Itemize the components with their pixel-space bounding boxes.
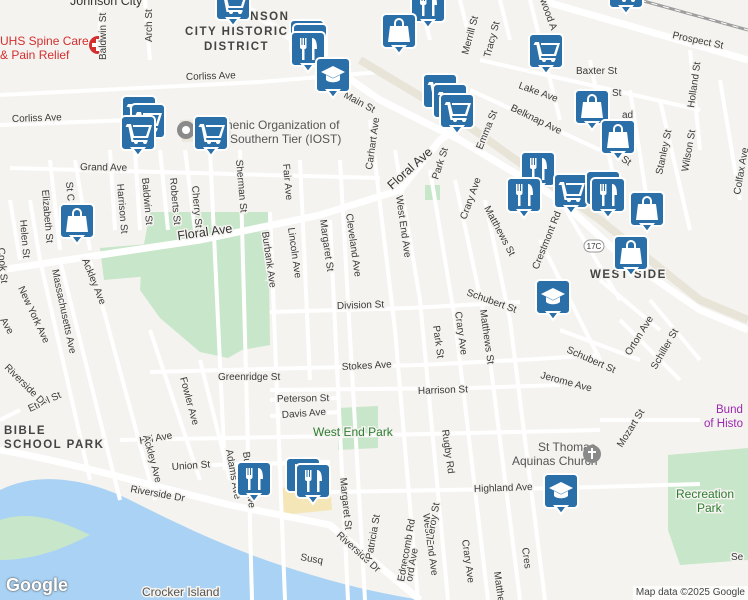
baldwin-st-north-label: Baldwin St [98,13,109,60]
baxter-st-label: Baxter St [576,66,617,77]
shopping-cart-icon[interactable] [553,173,589,215]
school-icon[interactable] [315,57,351,99]
bundy-label-1: Bund [716,404,743,416]
shopping-bag-icon[interactable] [629,191,665,233]
highland-ave-label: Highland Ave [474,482,534,495]
route-17c-label: 17C [587,242,602,251]
greenridge-st-label: Greenridge St [218,372,280,383]
corliss-ave-west-label: Corliss Ave [12,112,63,125]
school-icon[interactable] [543,473,579,515]
bible-label-1: BIBLE [4,425,46,437]
johnson-city-label: Johnson City [70,0,143,8]
shopping-cart-icon[interactable] [439,93,475,135]
shopping-bag-icon[interactable] [59,203,95,245]
bible-label-2: SCHOOL PARK [4,439,104,451]
restaurant-icon[interactable] [236,461,272,503]
uhs-label-line2: & Pain Relief [0,48,70,62]
district-label-line2: CITY HISTORIC [185,26,288,38]
google-logo: Google [6,575,68,595]
restaurant-icon[interactable] [295,463,331,505]
recreation-park-label-1: Recreation [676,487,734,501]
iost-label-line2: Southern Tier (IOST) [230,132,341,146]
shopping-bag-icon[interactable] [613,235,649,277]
map-attribution[interactable]: Map data ©2025 Google [632,586,748,600]
district-label-line3: DISTRICT [204,41,269,53]
corliss-ave-label: Corliss Ave [186,70,237,83]
school-icon[interactable] [535,279,571,321]
crocker-island-label: Crocker Island [142,585,219,599]
shopping-cart-icon[interactable] [528,33,564,75]
shopping-cart-icon[interactable] [120,115,156,157]
shopping-bag-icon[interactable] [600,119,636,161]
se-fragment-label: Se [731,552,744,563]
church-icon[interactable] [583,445,601,463]
st-c-label: St C [63,181,76,201]
st-fragment-label: St [612,88,622,99]
west-end-park-label: West End Park [313,425,394,439]
grand-ave-label: Grand Ave [80,162,128,174]
uhs-label-line1: UHS Spine Care [0,34,89,48]
harrison-st-east-label: Harrison St [418,384,469,397]
restaurant-icon[interactable] [506,177,542,219]
shopping-bag-icon[interactable] [381,13,417,55]
division-st-label: Division St [337,299,385,312]
route-17c-shield: 17C [583,239,605,253]
map-canvas[interactable]: JOHNSON CITY HISTORIC DISTRICT Johnson C… [0,0,748,600]
recreation-park-label-2: Park [697,501,723,515]
shopping-cart-icon[interactable] [193,115,229,157]
restaurant-icon[interactable] [590,177,626,219]
place-of-worship-icon[interactable] [177,121,195,139]
bundy-label-2: of Histo [704,418,743,430]
peterson-st-label: Peterson St [277,393,330,405]
arch-st-label: Arch St [144,9,155,42]
